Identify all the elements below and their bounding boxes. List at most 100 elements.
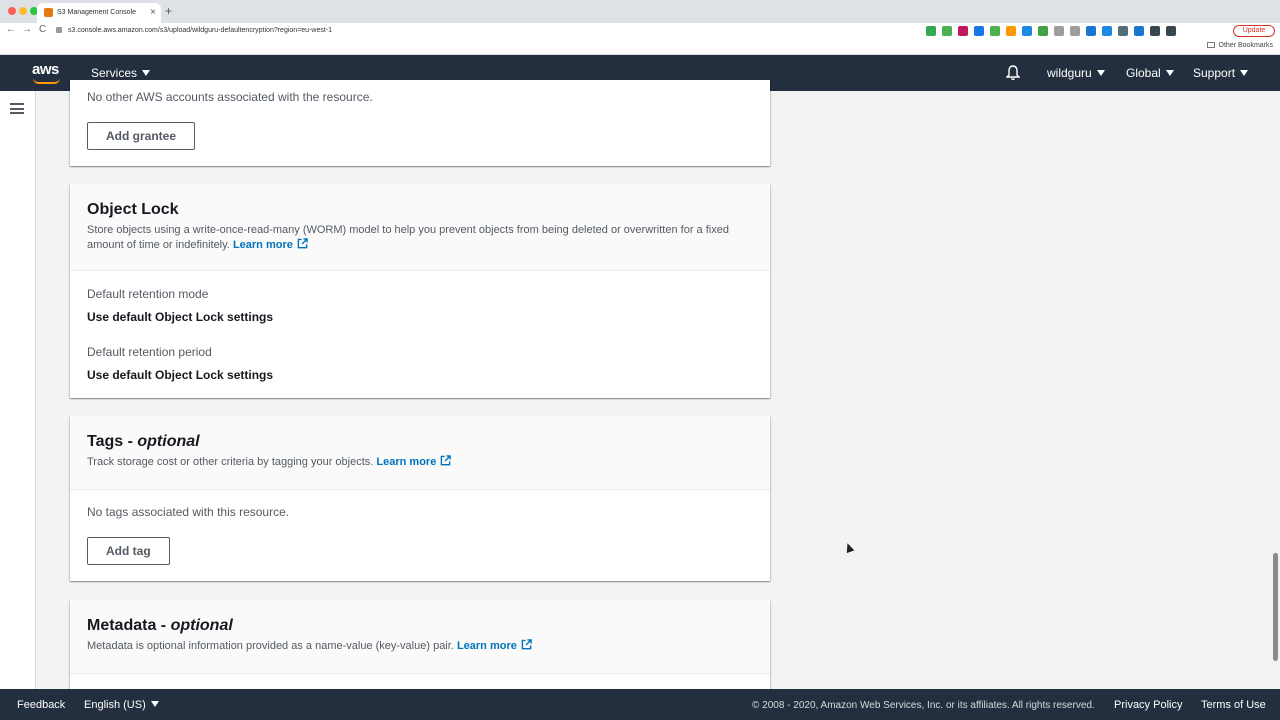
forward-icon[interactable]: → (22, 24, 32, 35)
lock-icon (56, 27, 62, 33)
object-lock-title: Object Lock (87, 201, 179, 218)
browser-extension-icon[interactable] (990, 26, 1000, 36)
learn-more-label: Learn more (456, 640, 517, 652)
back-icon[interactable]: ← (6, 24, 16, 35)
caret-down-icon (1165, 70, 1174, 76)
add-grantee-button[interactable]: Add grantee (87, 122, 196, 150)
close-window-icon[interactable] (8, 7, 16, 15)
browser-extension-icon[interactable] (1166, 26, 1176, 36)
browser-extension-icon[interactable] (926, 26, 936, 36)
metadata-optional-text: optional (170, 617, 233, 634)
external-link-icon (297, 238, 308, 249)
account-label: wildguru (1047, 66, 1092, 80)
browser-extension-icon[interactable] (1054, 26, 1064, 36)
browser-extension-icon[interactable] (1134, 26, 1144, 36)
browser-extension-icon[interactable] (1150, 26, 1160, 36)
metadata-learn-more-link[interactable]: Learn more (456, 639, 532, 652)
learn-more-label: Learn more (232, 239, 293, 251)
scrollbar-thumb[interactable] (1273, 553, 1278, 661)
browser-extension-icon[interactable] (1118, 26, 1128, 36)
menu-hamburger-icon[interactable] (10, 103, 24, 114)
privacy-policy-link[interactable]: Privacy Policy (1114, 699, 1182, 711)
support-menu[interactable]: Support (1193, 66, 1249, 80)
aws-smile-icon (33, 78, 60, 84)
aws-footer: Feedback English (US) © 2008 - 2020, Ama… (0, 689, 1280, 720)
caret-down-icon (150, 701, 159, 707)
aws-favicon-icon (44, 8, 53, 17)
caret-down-icon (1096, 70, 1105, 76)
tags-description: Track storage cost or other criteria by … (87, 455, 753, 470)
tags-optional-text: optional (137, 433, 200, 450)
page-scrollbar[interactable] (1272, 91, 1280, 689)
retention-mode-label: Default retention mode (87, 287, 209, 301)
metadata-description-text: Metadata is optional information provide… (87, 640, 454, 652)
copyright-text: © 2008 - 2020, Amazon Web Services, Inc.… (752, 700, 1095, 711)
tab-close-icon[interactable]: × (150, 7, 156, 18)
browser-tab[interactable]: S3 Management Console × (37, 3, 161, 23)
browser-extension-icon[interactable] (958, 26, 968, 36)
learn-more-label: Learn more (376, 456, 437, 468)
language-label: English (US) (84, 699, 146, 711)
tags-panel: Tags - optional Track storage cost or ot… (70, 416, 770, 581)
object-lock-header: Object Lock Store objects using a write-… (70, 184, 770, 271)
browser-extension-icon[interactable] (1038, 26, 1048, 36)
mouse-cursor-icon (843, 541, 855, 554)
account-menu[interactable]: wildguru (1047, 66, 1105, 80)
caret-down-icon (1240, 70, 1249, 76)
external-link-icon (521, 639, 532, 650)
tags-header: Tags - optional Track storage cost or ot… (70, 416, 770, 490)
aws-logo-text: aws (32, 61, 59, 78)
bookmarks-bar: Other Bookmarks (0, 39, 1280, 55)
new-tab-button[interactable]: + (165, 4, 172, 18)
no-tags-text: No tags associated with this resource. (87, 505, 290, 519)
browser-extension-icon[interactable] (1022, 26, 1032, 36)
terms-of-use-link[interactable]: Terms of Use (1201, 699, 1266, 711)
retention-mode-value: Use default Object Lock settings (87, 310, 274, 324)
browser-extension-icon[interactable] (1006, 26, 1016, 36)
other-bookmarks[interactable]: Other Bookmarks (1206, 42, 1273, 49)
tags-title-text: Tags - (87, 433, 138, 450)
add-tag-button[interactable]: Add tag (87, 537, 170, 565)
browser-extension-icon[interactable] (1102, 26, 1112, 36)
language-selector[interactable]: English (US) (84, 699, 159, 711)
aws-logo[interactable]: aws (32, 61, 62, 85)
url-input[interactable]: s3.console.aws.amazon.com/s3/upload/wild… (56, 25, 956, 38)
metadata-description: Metadata is optional information provide… (87, 639, 753, 654)
metadata-panel: Metadata - optional Metadata is optional… (70, 600, 770, 689)
caret-down-icon (142, 70, 151, 76)
extension-icons (926, 26, 1176, 36)
object-lock-panel: Object Lock Store objects using a write-… (70, 184, 770, 398)
access-control-panel: No other AWS accounts associated with th… (70, 80, 770, 166)
object-lock-description: Store objects using a write-once-read-ma… (87, 223, 753, 253)
object-lock-description-text: Store objects using a write-once-read-ma… (87, 224, 729, 251)
browser-tab-bar: S3 Management Console × + (0, 0, 1280, 23)
retention-period-value: Use default Object Lock settings (87, 368, 274, 382)
tags-description-text: Track storage cost or other criteria by … (87, 456, 374, 468)
other-bookmarks-label: Other Bookmarks (1218, 42, 1273, 49)
tab-title: S3 Management Console (57, 9, 136, 16)
browser-extension-icon[interactable] (1070, 26, 1080, 36)
metadata-title: Metadata - optional (87, 617, 753, 635)
feedback-link[interactable]: Feedback (17, 699, 65, 711)
services-menu[interactable]: Services (91, 66, 151, 80)
url-text: s3.console.aws.amazon.com/s3/upload/wild… (68, 27, 333, 34)
region-menu[interactable]: Global (1126, 66, 1174, 80)
reload-icon[interactable]: C (39, 24, 46, 35)
services-label: Services (91, 66, 138, 80)
external-link-icon (441, 455, 452, 466)
minimize-window-icon[interactable] (19, 7, 27, 15)
notifications-bell-icon[interactable] (1006, 65, 1020, 81)
object-lock-learn-more-link[interactable]: Learn more (232, 238, 308, 251)
tags-title: Tags - optional (87, 433, 753, 451)
metadata-title-text: Metadata - (87, 617, 171, 634)
browser-extension-icon[interactable] (942, 26, 952, 36)
retention-period-label: Default retention period (87, 345, 212, 359)
side-navigation-rail (0, 91, 36, 689)
region-label: Global (1126, 66, 1161, 80)
browser-extension-icon[interactable] (1086, 26, 1096, 36)
support-label: Support (1193, 66, 1236, 80)
update-button[interactable]: Update (1233, 25, 1275, 37)
no-accounts-text: No other AWS accounts associated with th… (87, 90, 373, 104)
tags-learn-more-link[interactable]: Learn more (376, 455, 452, 468)
browser-extension-icon[interactable] (974, 26, 984, 36)
